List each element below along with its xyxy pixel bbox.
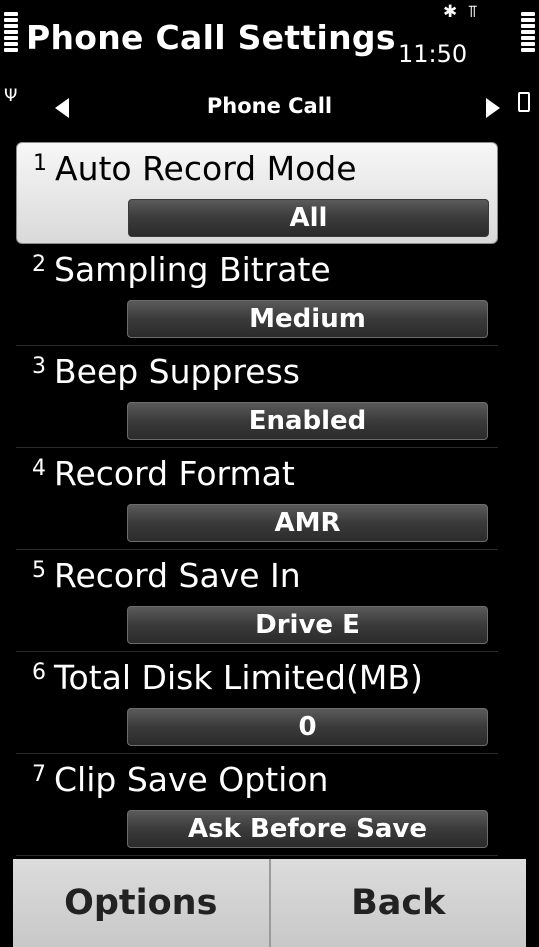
- setting-value-beep-suppress[interactable]: Enabled: [127, 402, 488, 440]
- setting-number: 3: [32, 354, 46, 379]
- setting-number: 7: [32, 762, 46, 787]
- setting-value-auto-record-mode[interactable]: All: [128, 199, 489, 237]
- setting-value-record-save-in[interactable]: Drive E: [127, 606, 488, 644]
- setting-label: 1 Auto Record Mode: [33, 149, 357, 188]
- arrow-right-icon[interactable]: [486, 98, 500, 118]
- setting-number: 5: [32, 558, 46, 583]
- tab-phone-call[interactable]: Phone Call: [0, 94, 539, 118]
- setting-total-disk-limited[interactable]: 6 Total Disk Limited(MB) 0: [16, 652, 498, 754]
- setting-value-sampling-bitrate[interactable]: Medium: [127, 300, 488, 338]
- battery-level-icon: [521, 12, 535, 68]
- setting-label-text: Sampling Bitrate: [54, 250, 331, 289]
- setting-value-clip-save-option[interactable]: Ask Before Save: [127, 810, 488, 848]
- setting-beep-suppress[interactable]: 3 Beep Suppress Enabled: [16, 346, 498, 448]
- setting-value-record-format[interactable]: AMR: [127, 504, 488, 542]
- setting-label: 6 Total Disk Limited(MB): [32, 658, 423, 697]
- setting-label: 4 Record Format: [32, 454, 295, 493]
- setting-label-text: Record Save In: [54, 556, 301, 595]
- bluetooth-icon: ✱: [443, 2, 458, 22]
- battery-icon: [518, 92, 530, 112]
- setting-value-total-disk-limited[interactable]: 0: [127, 708, 488, 746]
- setting-label: 2 Sampling Bitrate: [32, 250, 331, 289]
- setting-label: 5 Record Save In: [32, 556, 301, 595]
- setting-label-text: Clip Save Option: [54, 760, 329, 799]
- setting-number: 6: [32, 660, 46, 685]
- setting-number: 1: [33, 151, 47, 176]
- settings-list: 1 Auto Record Mode All 2 Sampling Bitrate …: [16, 142, 498, 859]
- signal-strength-icon: [4, 12, 18, 68]
- setting-label-text: Total Disk Limited(MB): [54, 658, 423, 697]
- setting-clip-save-option[interactable]: 7 Clip Save Option Ask Before Save: [16, 754, 498, 856]
- setting-number: 4: [32, 456, 46, 481]
- setting-number: 2: [32, 252, 46, 277]
- setting-record-save-in[interactable]: 5 Record Save In Drive E: [16, 550, 498, 652]
- setting-label-text: Beep Suppress: [54, 352, 300, 391]
- setting-record-format[interactable]: 4 Record Format AMR: [16, 448, 498, 550]
- setting-label: 7 Clip Save Option: [32, 760, 328, 799]
- setting-auto-record-mode[interactable]: 1 Auto Record Mode All: [16, 142, 498, 244]
- antenna-icon: ⫪: [468, 2, 478, 22]
- page-title: Phone Call Settings: [26, 18, 396, 57]
- title-bar: Phone Call Settings ✱ ⫪ 11:50: [0, 0, 539, 84]
- setting-label: 3 Beep Suppress: [32, 352, 300, 391]
- setting-label-text: Auto Record Mode: [55, 149, 357, 188]
- setting-label-text: Record Format: [54, 454, 295, 493]
- clock: 11:50: [398, 40, 468, 68]
- softkey-bar: Options Back: [13, 859, 526, 947]
- back-button[interactable]: Back: [268, 859, 526, 947]
- setting-sampling-bitrate[interactable]: 2 Sampling Bitrate Medium: [16, 244, 498, 346]
- phone-screen: Phone Call Settings ✱ ⫪ 11:50 Ψ Phone Ca…: [0, 0, 539, 947]
- tab-navigation: Ψ Phone Call: [0, 84, 539, 132]
- options-button[interactable]: Options: [13, 859, 269, 947]
